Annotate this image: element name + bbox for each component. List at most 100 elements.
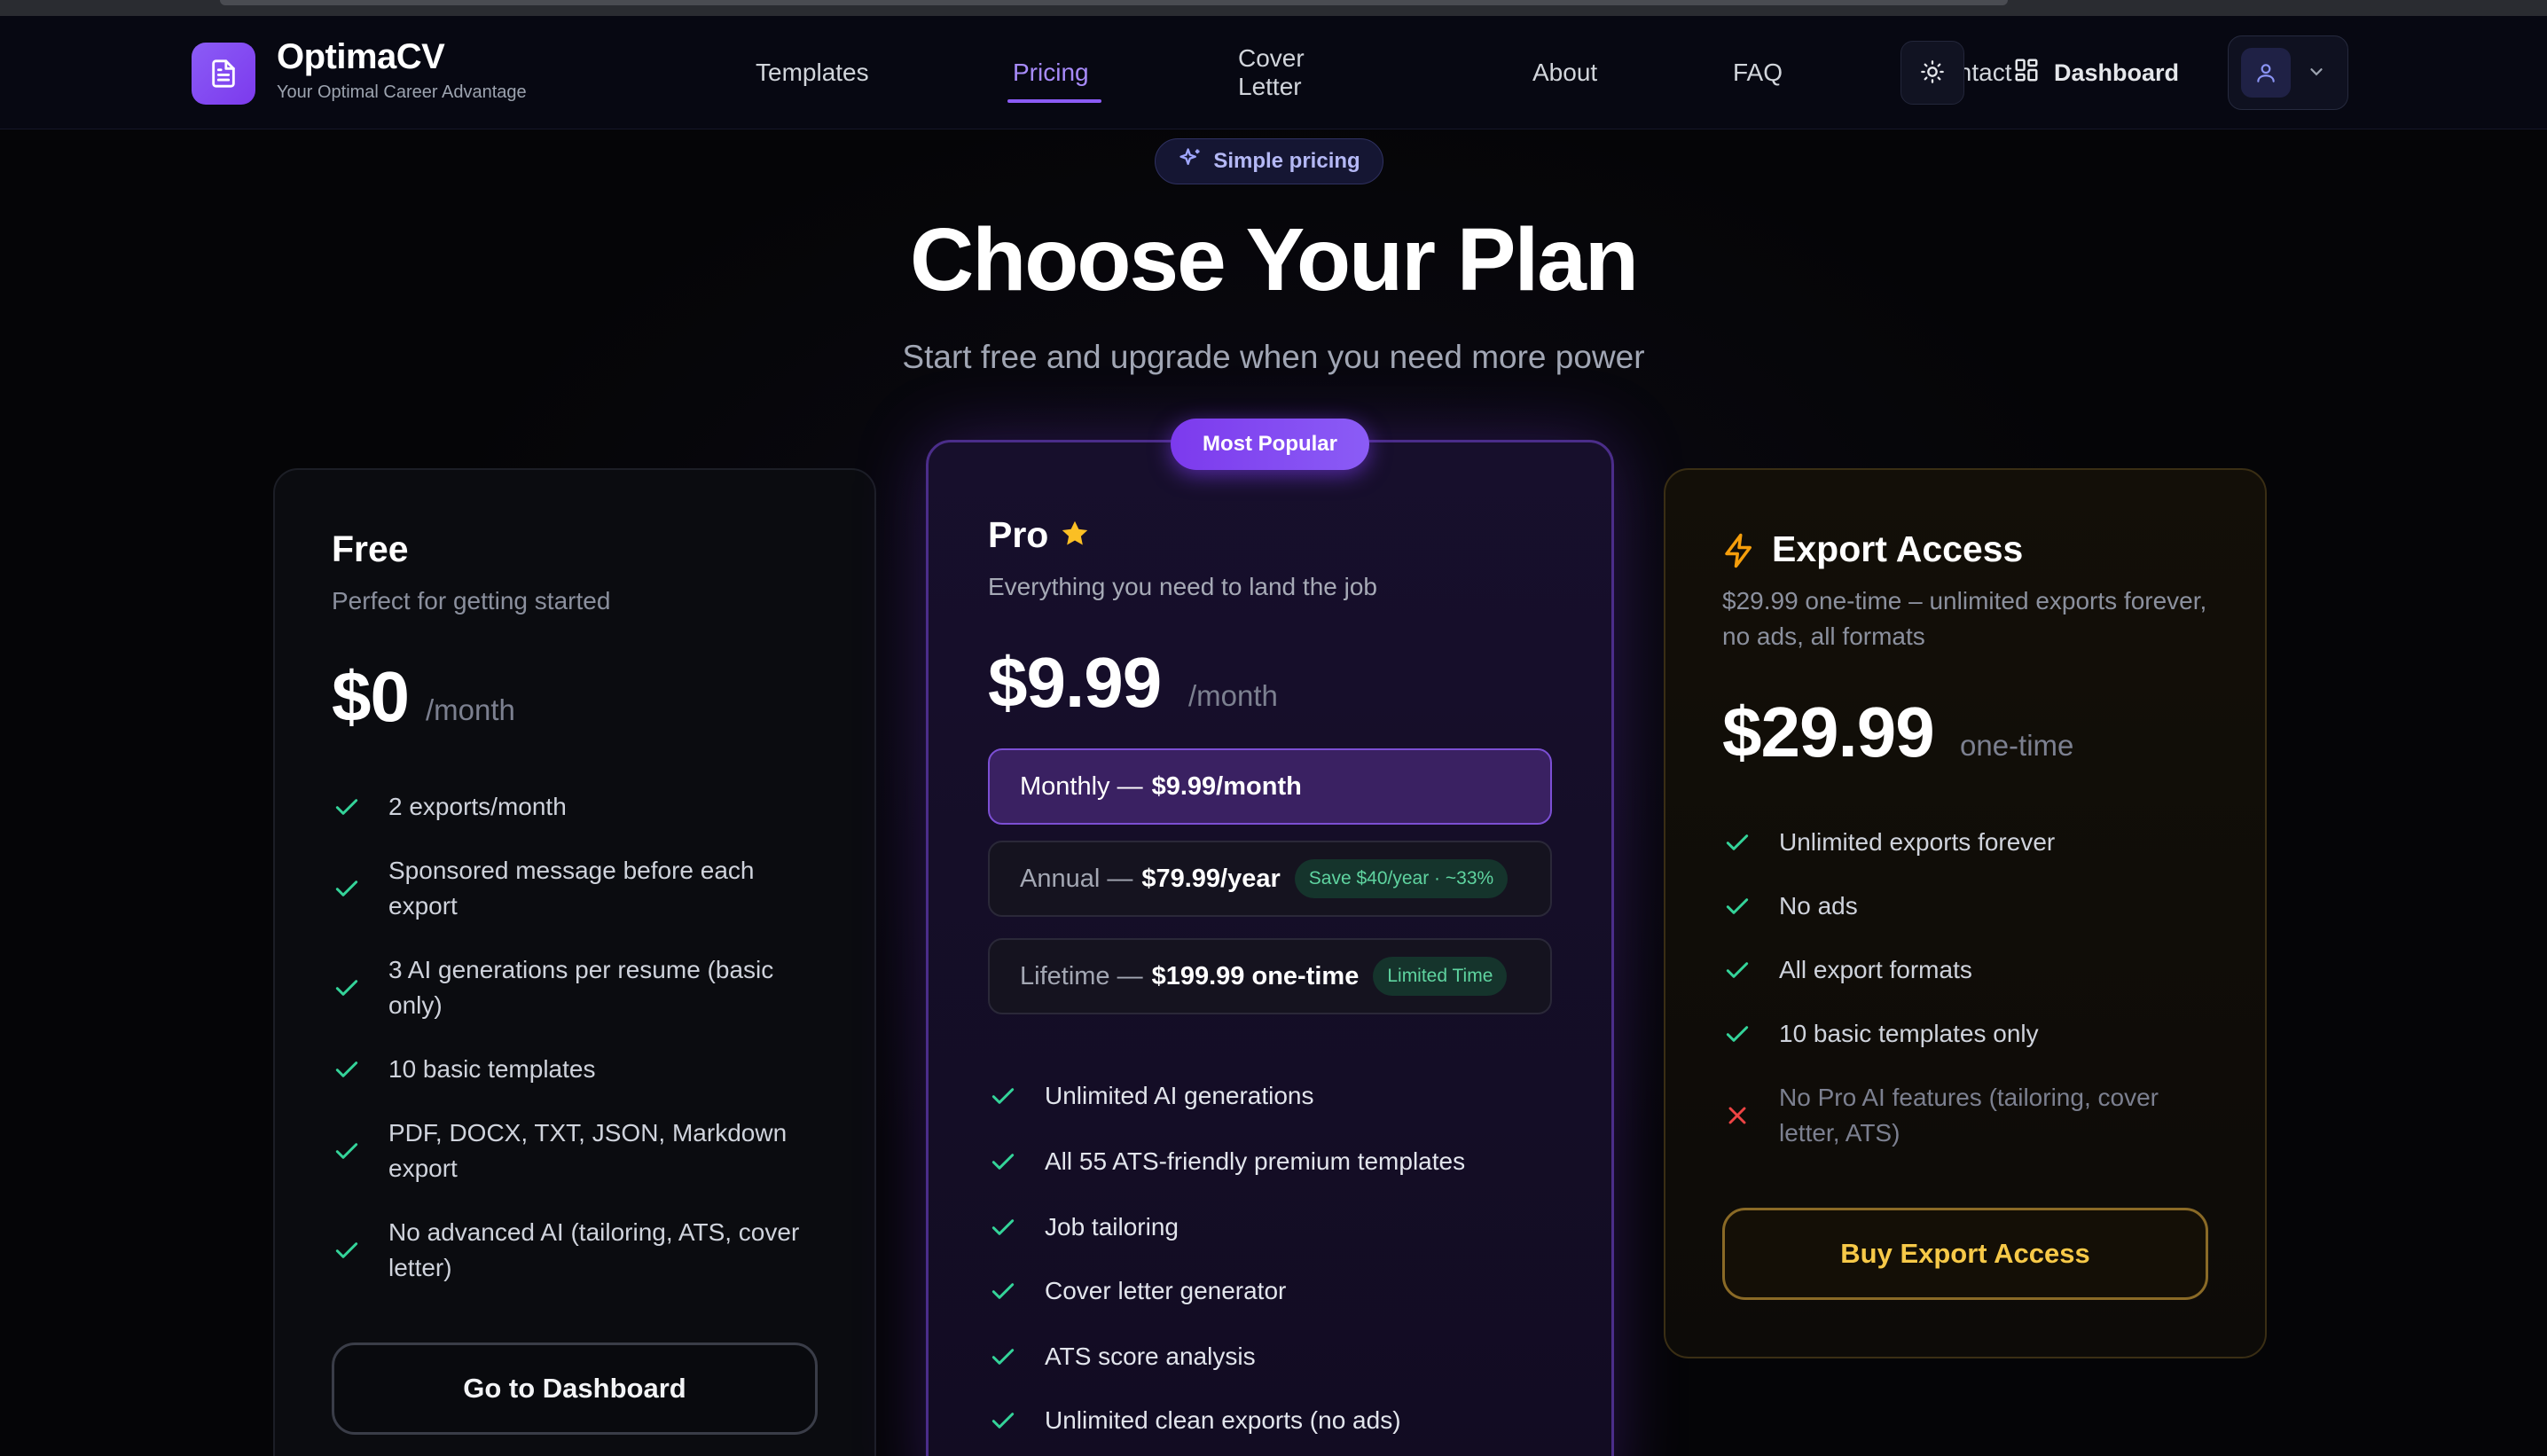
sun-icon [1920, 59, 1945, 87]
feature-item: Job tailoring [988, 1209, 1556, 1245]
feature-item: All 55 ATS-friendly premium templates [988, 1144, 1556, 1179]
feature-item: No ads [1722, 888, 2219, 924]
user-icon [2241, 48, 2291, 98]
billing-option-monthly[interactable]: Monthly — $9.99/month [988, 748, 1552, 825]
plan-description-export: $29.99 one-time – unlimited exports fore… [1722, 587, 2207, 650]
feature-text: 2 exports/month [388, 793, 567, 820]
limited-time-tag: Limited Time [1373, 957, 1508, 996]
feature-item: 10 basic templates [332, 1052, 811, 1087]
page-subtitle: Start free and upgrade when you need mor… [902, 339, 1645, 375]
pricing-page: OptimaCV Your Optimal Career Advantage T… [0, 0, 2547, 1456]
nav-item-pricing[interactable]: Pricing [1007, 16, 1101, 129]
feature-item: 3 AI generations per resume (basic only) [332, 952, 811, 1023]
billing-option-price: $199.99 one-time [1151, 961, 1360, 990]
feature-item: 10 basic templates only [1722, 1016, 2219, 1052]
feature-text: Sponsored message before each export [388, 857, 755, 920]
check-icon [988, 1342, 1018, 1371]
buy-export-access-button[interactable]: Buy Export Access [1722, 1208, 2208, 1300]
badge-label: Simple pricing [1213, 149, 1360, 173]
check-icon [1722, 956, 1752, 984]
check-icon [988, 1406, 1018, 1435]
feature-item: Cover letter generator [988, 1273, 1556, 1309]
feature-text: PDF, DOCX, TXT, JSON, Markdown export [388, 1119, 788, 1182]
plan-price-free: $0 [332, 657, 410, 736]
check-icon [1722, 828, 1752, 857]
feature-text: 10 basic templates [388, 1055, 596, 1083]
feature-item: ATS score analysis [988, 1339, 1556, 1374]
plan-period-export: one-time [1960, 729, 2074, 762]
feature-text: Unlimited AI generations [1045, 1082, 1314, 1109]
nav-item-templates[interactable]: Templates [756, 16, 869, 129]
nav-item-cover-letter[interactable]: Cover Letter [1238, 16, 1344, 129]
billing-option-lifetime[interactable]: Lifetime — $199.99 one-time Limited Time [988, 938, 1552, 1014]
feature-item: Unlimited exports forever [1722, 825, 2219, 860]
check-icon [332, 793, 362, 821]
check-icon [988, 1277, 1018, 1305]
billing-option-annual[interactable]: Annual — $79.99/year Save $40/year · ~33… [988, 841, 1552, 917]
plan-description-pro: Everything you need to land the job [988, 573, 1377, 600]
user-menu-button[interactable] [2228, 35, 2348, 110]
nav-item-about[interactable]: About [1532, 16, 1598, 129]
feature-item: 2 exports/month [332, 789, 811, 825]
go-to-dashboard-button[interactable]: Go to Dashboard [332, 1342, 818, 1435]
plan-description-free: Perfect for getting started [332, 587, 611, 614]
feature-text: ATS score analysis [1045, 1342, 1256, 1370]
feature-text: Job tailoring [1045, 1213, 1179, 1241]
check-icon [332, 1055, 362, 1084]
x-icon [1722, 1101, 1752, 1130]
feature-item: Sponsored message before each export [332, 853, 811, 924]
savings-tag: Save $40/year · ~33% [1294, 859, 1509, 898]
chevron-down-icon [2307, 62, 2326, 84]
feature-item: All export formats [1722, 952, 2219, 988]
plan-period-free: /month [426, 693, 515, 726]
brand[interactable]: OptimaCV Your Optimal Career Advantage [277, 37, 527, 103]
plan-price-export: $29.99 [1722, 693, 1935, 771]
feature-item: Unlimited AI generations [988, 1078, 1556, 1114]
theme-toggle-button[interactable] [1900, 41, 1964, 105]
document-icon[interactable] [192, 43, 255, 105]
check-icon [332, 1137, 362, 1165]
feature-item: PDF, DOCX, TXT, JSON, Markdown export [332, 1115, 811, 1186]
check-icon [988, 1147, 1018, 1176]
feature-text: Cover letter generator [1045, 1277, 1287, 1304]
brand-tagline: Your Optimal Career Advantage [277, 82, 527, 102]
most-popular-badge: Most Popular [1171, 419, 1369, 470]
feature-item: No advanced AI (tailoring, ATS, cover le… [332, 1215, 811, 1286]
main-nav: Templates Pricing Cover Letter About FAQ… [756, 16, 2018, 129]
feature-text: All 55 ATS-friendly premium templates [1045, 1147, 1466, 1175]
check-icon [1722, 892, 1752, 920]
navbar: OptimaCV Your Optimal Career Advantage T… [0, 16, 2547, 129]
brand-name[interactable]: OptimaCV [277, 37, 527, 77]
plan-name-pro: Pro [988, 514, 1049, 555]
plan-price-pro: $9.99 [988, 643, 1162, 722]
billing-option-prefix: Monthly — [1020, 771, 1143, 801]
star-icon [1059, 518, 1091, 554]
plan-period-pro: /month [1188, 679, 1278, 712]
check-icon [988, 1213, 1018, 1241]
plan-name-free: Free [332, 528, 409, 569]
dashboard-button[interactable]: Dashboard [2013, 41, 2179, 105]
feature-text: No Pro AI features (tailoring, cover let… [1779, 1084, 2159, 1147]
simple-pricing-badge: Simple pricing [1155, 138, 1383, 184]
billing-option-prefix: Lifetime — [1020, 961, 1143, 990]
billing-option-price: $79.99/year [1141, 864, 1281, 893]
dashboard-label: Dashboard [2054, 59, 2180, 86]
check-icon [988, 1082, 1018, 1110]
billing-option-price: $9.99/month [1151, 771, 1302, 801]
lightning-icon [1720, 532, 1758, 574]
plan-name-export: Export Access [1772, 528, 2024, 569]
feature-text: 3 AI generations per resume (basic only) [388, 956, 774, 1019]
check-icon [332, 874, 362, 903]
feature-text: No ads [1779, 892, 1858, 920]
browser-scroll-indicator [220, 0, 2008, 5]
nav-item-faq[interactable]: FAQ [1733, 16, 1783, 129]
feature-text: No advanced AI (tailoring, ATS, cover le… [388, 1218, 800, 1281]
feature-text: Unlimited clean exports (no ads) [1045, 1406, 1401, 1434]
check-icon [332, 1236, 362, 1264]
feature-text: Unlimited exports forever [1779, 828, 2056, 856]
feature-text: 10 basic templates only [1779, 1020, 2039, 1047]
feature-item: Unlimited clean exports (no ads) [988, 1403, 1556, 1438]
browser-top-strip [0, 0, 2547, 16]
sparkles-icon [1178, 146, 1203, 177]
check-icon [332, 974, 362, 1002]
